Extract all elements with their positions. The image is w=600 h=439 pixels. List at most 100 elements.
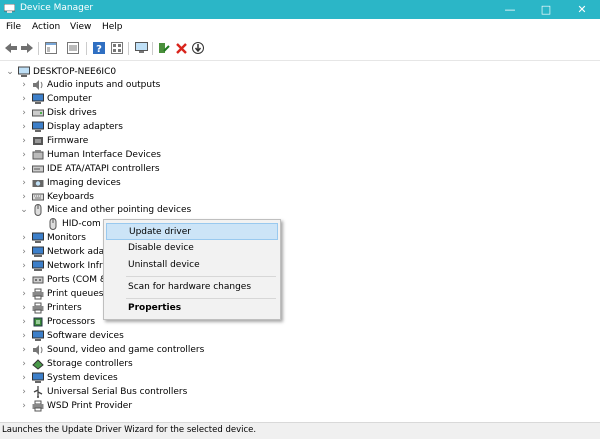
close-icon: ✕: [577, 3, 587, 16]
tree-item-imaging[interactable]: › Imaging devices: [0, 176, 300, 190]
chevron-down-icon[interactable]: ⌄: [20, 203, 28, 217]
view-icon: [111, 42, 123, 54]
menu-view[interactable]: View: [70, 22, 91, 32]
menu-help[interactable]: Help: [102, 22, 123, 32]
chevron-right-icon[interactable]: ›: [20, 343, 28, 357]
tree-item-hid[interactable]: › Human Interface Devices: [0, 148, 300, 162]
uninstall-button[interactable]: [174, 41, 188, 55]
close-button[interactable]: ✕: [564, 0, 600, 19]
tree-item-mice[interactable]: ⌄ Mice and other pointing devices: [0, 203, 300, 217]
help-button[interactable]: ?: [92, 41, 106, 55]
chevron-right-icon[interactable]: ›: [20, 385, 28, 399]
help-icon: ?: [93, 42, 105, 54]
tree-item-label: Monitors: [47, 233, 86, 243]
context-item-label: Update driver: [129, 227, 191, 237]
chevron-right-icon[interactable]: ›: [20, 148, 28, 162]
chevron-right-icon[interactable]: ›: [20, 78, 28, 92]
monitor-icon: [134, 42, 148, 53]
tree-item-label: Firmware: [47, 136, 89, 146]
properties-button[interactable]: [66, 41, 80, 55]
context-scan-hardware[interactable]: Scan for hardware changes: [106, 279, 278, 296]
uninstall-x-icon: [175, 42, 187, 54]
tree-item-software-devices[interactable]: › Software devices: [0, 329, 300, 343]
forward-button[interactable]: [20, 41, 34, 55]
context-separator: [126, 298, 276, 299]
tree-item-ide[interactable]: › IDE ATA/ATAPI controllers: [0, 162, 300, 176]
chevron-right-icon[interactable]: ›: [20, 329, 28, 343]
device-tree: ⌄ DESKTOP-NEE6IC0 › Audio inputs and out…: [0, 61, 600, 421]
tree-item-firmware[interactable]: › Firmware: [0, 134, 300, 148]
maximize-button[interactable]: □: [528, 0, 564, 19]
chevron-right-icon[interactable]: ›: [20, 315, 28, 329]
tree-item-sound-video-game[interactable]: › Sound, video and game controllers: [0, 343, 300, 357]
menu-file[interactable]: File: [6, 22, 21, 32]
chevron-right-icon[interactable]: ›: [20, 273, 28, 287]
tree-item-storage-controllers[interactable]: › Storage controllers: [0, 357, 300, 371]
maximize-icon: □: [540, 3, 552, 16]
tree-item-label: Mice and other pointing devices: [47, 205, 192, 215]
chevron-right-icon[interactable]: ›: [20, 287, 28, 301]
chevron-right-icon[interactable]: ›: [20, 357, 28, 371]
speaker-icon: [33, 80, 43, 90]
chevron-right-icon[interactable]: ›: [20, 371, 28, 385]
tree-item-label: IDE ATA/ATAPI controllers: [47, 164, 160, 174]
keyboard-icon: [32, 193, 44, 201]
printer-icon: [32, 302, 44, 314]
tree-item-audio[interactable]: › Audio inputs and outputs: [0, 78, 300, 92]
chevron-right-icon[interactable]: ›: [20, 399, 28, 413]
tree-item-wsd-print-provider[interactable]: › WSD Print Provider: [0, 399, 300, 413]
tree-item-label: HID-com: [62, 219, 101, 229]
update-driver-button[interactable]: [157, 41, 171, 55]
context-item-label: Properties: [128, 303, 182, 313]
tree-root[interactable]: ⌄ DESKTOP-NEE6IC0: [0, 65, 300, 79]
menu-action[interactable]: Action: [32, 22, 60, 32]
tree-item-display-adapters[interactable]: › Display adapters: [0, 120, 300, 134]
chevron-right-icon[interactable]: ›: [20, 106, 28, 120]
chevron-right-icon[interactable]: ›: [20, 190, 28, 204]
toolbar-separator: [38, 42, 39, 55]
toolbar-separator: [128, 42, 129, 55]
chevron-right-icon[interactable]: ›: [20, 301, 28, 315]
context-separator: [126, 276, 276, 277]
chevron-right-icon[interactable]: ›: [20, 245, 28, 259]
tree-item-label: Display adapters: [47, 122, 123, 132]
window-title: Device Manager: [20, 3, 94, 13]
chevron-right-icon[interactable]: ›: [20, 259, 28, 273]
context-disable-device[interactable]: Disable device: [106, 240, 278, 257]
network-icon: [32, 246, 44, 257]
chevron-right-icon[interactable]: ›: [20, 120, 28, 134]
tree-item-computer[interactable]: › Computer: [0, 92, 300, 106]
back-button[interactable]: [4, 41, 18, 55]
tree-item-label: Imaging devices: [47, 178, 121, 188]
console-tree-icon: [45, 42, 57, 54]
enable-device-button[interactable]: [191, 41, 205, 55]
context-update-driver[interactable]: Update driver: [106, 223, 278, 240]
mouse-icon: [49, 218, 57, 230]
tree-item-label: Computer: [47, 94, 92, 104]
tree-item-label: Processors: [47, 317, 96, 327]
show-hide-console-tree-button[interactable]: [44, 41, 58, 55]
scan-hardware-button[interactable]: [134, 41, 148, 55]
view-button[interactable]: [110, 41, 124, 55]
context-properties[interactable]: Properties: [106, 300, 278, 317]
chevron-right-icon[interactable]: ›: [20, 134, 28, 148]
chevron-right-icon[interactable]: ›: [20, 231, 28, 245]
context-item-label: Scan for hardware changes: [128, 282, 252, 292]
tree-item-label: Keyboards: [47, 192, 94, 202]
add-driver-icon: [159, 43, 170, 53]
minimize-button[interactable]: —: [492, 0, 528, 19]
mouse-icon: [34, 204, 42, 216]
context-uninstall-device[interactable]: Uninstall device: [106, 257, 278, 274]
chevron-right-icon[interactable]: ›: [20, 162, 28, 176]
tree-item-usb[interactable]: › Universal Serial Bus controllers: [0, 385, 300, 399]
tree-item-system-devices[interactable]: › System devices: [0, 371, 300, 385]
chevron-right-icon[interactable]: ›: [20, 176, 28, 190]
tree-item-disk-drives[interactable]: › Disk drives: [0, 106, 300, 120]
chevron-down-icon[interactable]: ⌄: [6, 65, 14, 79]
speaker-icon: [33, 345, 43, 355]
chevron-right-icon[interactable]: ›: [20, 92, 28, 106]
computer-icon: [32, 93, 44, 104]
software-icon: [32, 330, 44, 341]
system-icon: [32, 372, 44, 383]
tree-item-keyboards[interactable]: › Keyboards: [0, 190, 300, 204]
